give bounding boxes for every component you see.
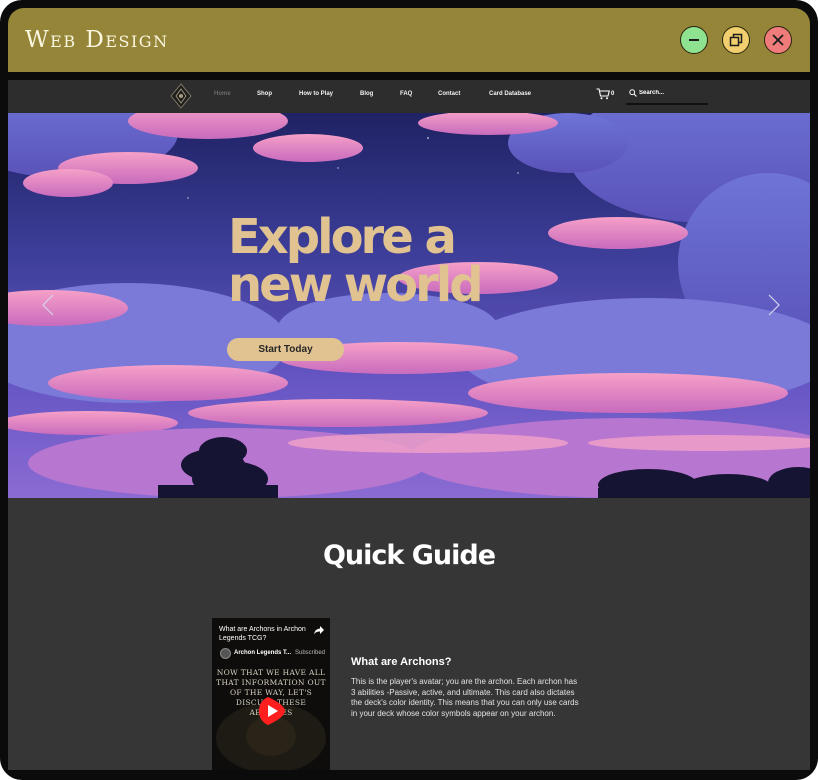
nav-faq[interactable]: FAQ <box>400 91 412 97</box>
search-icon <box>629 89 637 97</box>
nav-home[interactable]: Home <box>214 91 231 97</box>
hero-headline: Explore a new world <box>228 213 484 309</box>
restore-icon <box>729 33 743 47</box>
nav-blog[interactable]: Blog <box>360 91 373 97</box>
site-navbar: Home Shop How to Play Blog FAQ Contact C… <box>8 80 810 113</box>
video-title[interactable]: What are Archons in Archon Legends TCG? <box>219 625 309 643</box>
quick-guide-title: Quick Guide <box>322 540 496 571</box>
window-title: Web Design <box>25 27 169 53</box>
channel-avatar[interactable] <box>220 648 231 659</box>
nav-contact[interactable]: Contact <box>438 91 460 97</box>
hero-headline-line-2: new world <box>228 257 484 313</box>
what-are-archons-body: This is the player's avatar; you are the… <box>351 677 579 718</box>
site-logo[interactable] <box>170 83 192 109</box>
cart-count: 0 <box>611 91 615 97</box>
minimize-button[interactable] <box>680 26 708 54</box>
channel-name[interactable]: Archon Legends T... <box>234 650 291 656</box>
share-icon[interactable] <box>313 625 325 635</box>
title-bar: Web Design <box>8 8 810 72</box>
chevron-left-icon[interactable] <box>41 293 55 317</box>
close-icon <box>772 34 784 46</box>
nav-card-database[interactable]: Card Database <box>489 91 531 97</box>
search-underline <box>626 103 708 105</box>
nav-how-to-play[interactable]: How to Play <box>299 91 333 97</box>
search-input[interactable] <box>639 88 707 98</box>
close-button[interactable] <box>764 26 792 54</box>
video-embed[interactable]: What are Archons in Archon Legends TCG? … <box>212 618 330 770</box>
chevron-right-icon[interactable] <box>767 293 781 317</box>
web-page: Home Shop How to Play Blog FAQ Contact C… <box>8 80 810 770</box>
cart-icon[interactable] <box>596 88 610 100</box>
app-window: Web Design Home Shop How to Play Blog FA… <box>0 0 818 780</box>
restore-button[interactable] <box>722 26 750 54</box>
youtube-play-icon[interactable] <box>258 696 286 726</box>
start-today-button[interactable]: Start Today <box>227 338 344 361</box>
minus-icon <box>689 39 699 41</box>
nav-shop[interactable]: Shop <box>257 91 272 97</box>
hero-banner: Explore a new world Start Today <box>8 113 810 498</box>
what-are-archons-heading: What are Archons? <box>351 656 452 668</box>
subscribed-label[interactable]: Subscribed <box>295 650 325 656</box>
